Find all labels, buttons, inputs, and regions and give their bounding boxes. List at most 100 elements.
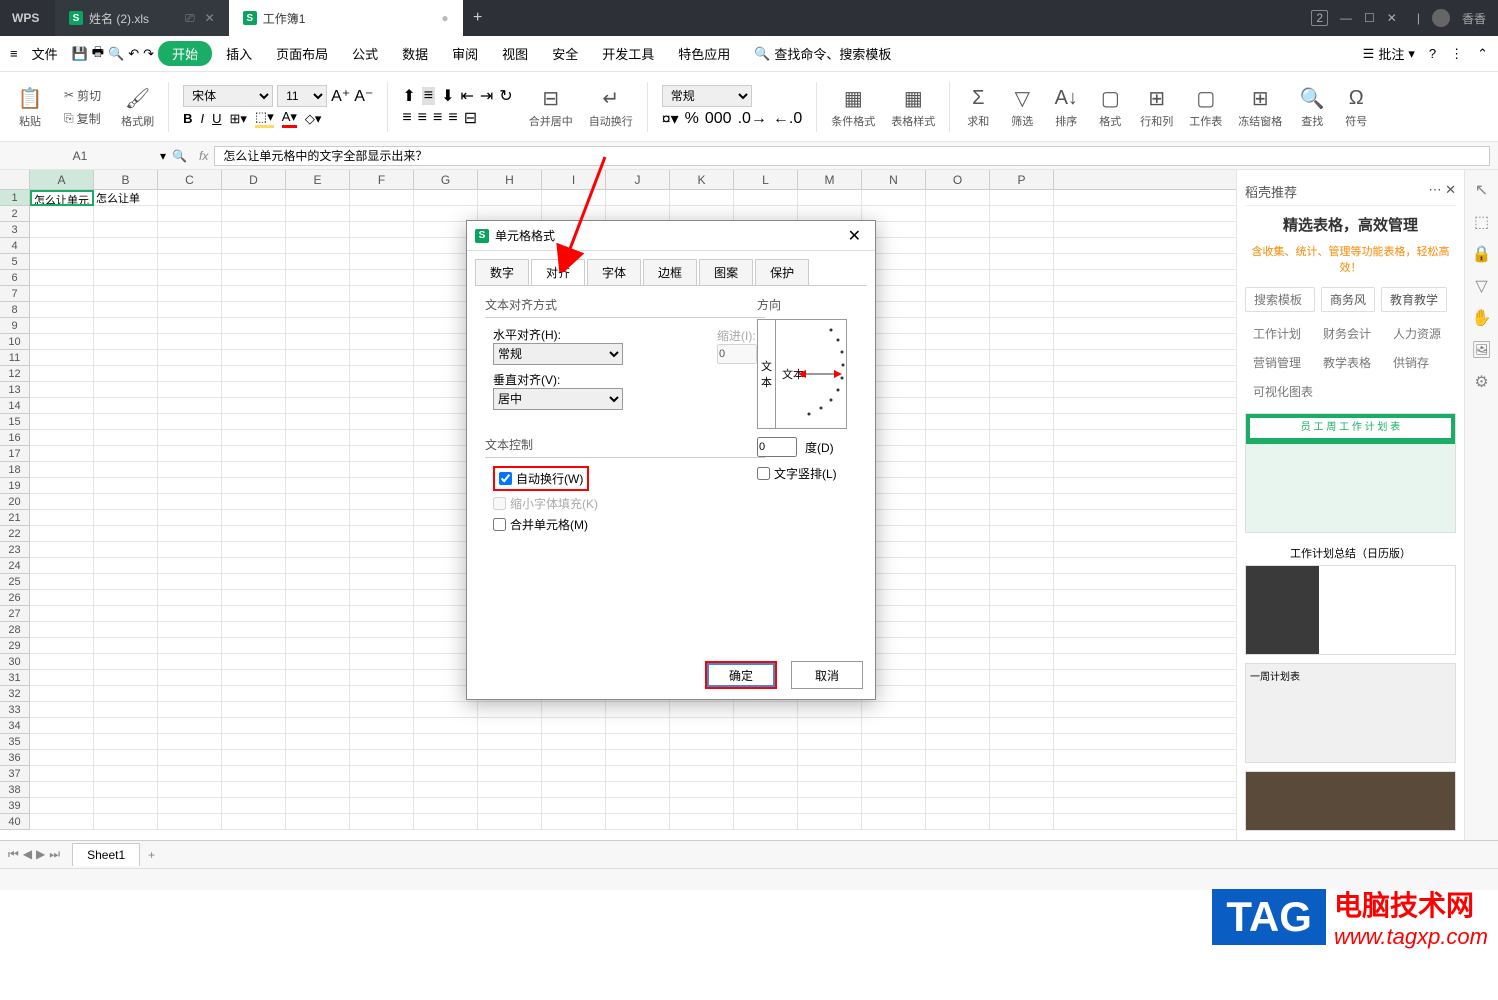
minimize-icon[interactable]: — bbox=[1340, 11, 1352, 25]
menu-special[interactable]: 特色应用 bbox=[668, 40, 740, 67]
fill-color-button[interactable]: ⬚▾ bbox=[255, 109, 274, 128]
tag[interactable]: 人力资源 bbox=[1385, 322, 1449, 345]
row-header[interactable]: 5 bbox=[0, 254, 29, 270]
row-header[interactable]: 24 bbox=[0, 558, 29, 574]
col-header[interactable]: F bbox=[350, 170, 414, 189]
indent-inc-icon[interactable]: ⇥ bbox=[480, 86, 493, 106]
dlg-tab-border[interactable]: 边框 bbox=[643, 259, 697, 285]
tag[interactable]: 教学表格 bbox=[1315, 351, 1379, 374]
col-header[interactable]: D bbox=[222, 170, 286, 189]
dlg-tab-pattern[interactable]: 图案 bbox=[699, 259, 753, 285]
row-header[interactable]: 14 bbox=[0, 398, 29, 414]
align-middle-icon[interactable]: ≡ bbox=[422, 87, 435, 105]
row-header[interactable]: 12 bbox=[0, 366, 29, 382]
border-button[interactable]: ⊞▾ bbox=[229, 111, 246, 127]
row-header[interactable]: 9 bbox=[0, 318, 29, 334]
find-button[interactable]: 🔍查找 bbox=[1292, 85, 1332, 129]
row-header[interactable]: 23 bbox=[0, 542, 29, 558]
indent-spinner[interactable] bbox=[717, 344, 757, 364]
dialog-close-button[interactable]: ✕ bbox=[842, 226, 867, 246]
col-header[interactable]: A bbox=[30, 170, 94, 189]
row-header[interactable]: 39 bbox=[0, 798, 29, 814]
menu-layout[interactable]: 页面布局 bbox=[266, 40, 338, 67]
redo-icon[interactable]: ↷ bbox=[143, 46, 154, 62]
doc-tab-2[interactable]: S 工作簿1 ● bbox=[229, 0, 463, 36]
tag[interactable]: 工作计划 bbox=[1245, 322, 1309, 345]
row-header[interactable]: 13 bbox=[0, 382, 29, 398]
col-header[interactable]: E bbox=[286, 170, 350, 189]
tag[interactable]: 供销存 bbox=[1385, 351, 1437, 374]
copy-button[interactable]: ⎘复制 bbox=[60, 108, 105, 129]
hand-icon[interactable]: ✋ bbox=[1472, 308, 1492, 328]
row-header[interactable]: 38 bbox=[0, 782, 29, 798]
undo-icon[interactable]: ↶ bbox=[128, 46, 139, 62]
menu-safety[interactable]: 安全 bbox=[542, 40, 588, 67]
image-icon[interactable]: 🖼 bbox=[1472, 340, 1492, 360]
row-header[interactable]: 4 bbox=[0, 238, 29, 254]
cursor-icon[interactable]: ↖ bbox=[1472, 180, 1492, 200]
row-header[interactable]: 36 bbox=[0, 750, 29, 766]
row-header[interactable]: 34 bbox=[0, 718, 29, 734]
row-header[interactable]: 37 bbox=[0, 766, 29, 782]
close-icon[interactable]: ✕ bbox=[1387, 11, 1397, 25]
dec-inc-icon[interactable]: .0→ bbox=[738, 110, 767, 128]
row-header[interactable]: 8 bbox=[0, 302, 29, 318]
col-header[interactable]: M bbox=[798, 170, 862, 189]
cancel-button[interactable]: 取消 bbox=[791, 661, 863, 689]
row-header[interactable]: 7 bbox=[0, 286, 29, 302]
row-header[interactable]: 27 bbox=[0, 606, 29, 622]
menu-dev[interactable]: 开发工具 bbox=[592, 40, 664, 67]
indent-dec-icon[interactable]: ⇤ bbox=[460, 86, 473, 106]
prev-sheet-icon[interactable]: ◀ bbox=[23, 847, 32, 862]
row-header[interactable]: 32 bbox=[0, 686, 29, 702]
comma-icon[interactable]: 000 bbox=[705, 110, 732, 128]
preview-icon[interactable]: 🔍 bbox=[166, 149, 193, 163]
tag[interactable]: 营销管理 bbox=[1245, 351, 1309, 374]
font-color-button[interactable]: A▾ bbox=[282, 109, 297, 128]
col-header[interactable]: P bbox=[990, 170, 1054, 189]
format-button[interactable]: ▢格式 bbox=[1090, 85, 1130, 129]
menu-review[interactable]: 审阅 bbox=[442, 40, 488, 67]
settings-icon[interactable]: ⚙ bbox=[1472, 372, 1492, 392]
preview-icon[interactable]: 🔍 bbox=[108, 46, 124, 62]
col-header[interactable]: B bbox=[94, 170, 158, 189]
table-style-button[interactable]: ▦表格样式 bbox=[885, 85, 941, 129]
align-bottom-icon[interactable]: ⬇ bbox=[441, 86, 454, 106]
cond-format-button[interactable]: ▦条件格式 bbox=[825, 85, 881, 129]
lock-icon[interactable]: 🔒 bbox=[1472, 244, 1492, 264]
dlg-tab-number[interactable]: 数字 bbox=[475, 259, 529, 285]
underline-button[interactable]: U bbox=[212, 111, 221, 126]
menu-annot[interactable]: ☰批注▾ bbox=[1363, 44, 1415, 63]
row-header[interactable]: 1 bbox=[0, 190, 29, 206]
tag[interactable]: 财务会计 bbox=[1315, 322, 1379, 345]
tag[interactable]: 可视化图表 bbox=[1245, 380, 1321, 403]
percent-icon[interactable]: % bbox=[685, 110, 699, 128]
template-thumb-1[interactable]: 员 工 周 工 作 计 划 表 bbox=[1245, 413, 1456, 533]
sheet-tab[interactable]: Sheet1 bbox=[72, 843, 140, 866]
select-icon[interactable]: ⬚ bbox=[1472, 212, 1492, 232]
decrease-font-icon[interactable]: A⁻ bbox=[354, 86, 373, 106]
align-center-icon[interactable]: ≡ bbox=[418, 109, 427, 127]
avatar-icon[interactable] bbox=[1432, 9, 1450, 27]
add-sheet-button[interactable]: + bbox=[148, 848, 155, 862]
col-header[interactable]: L bbox=[734, 170, 798, 189]
select-all-corner[interactable] bbox=[0, 170, 30, 189]
cut-button[interactable]: ✂剪切 bbox=[60, 85, 105, 106]
row-header[interactable]: 16 bbox=[0, 430, 29, 446]
valign-select[interactable]: 居中 bbox=[493, 388, 623, 410]
col-header[interactable]: G bbox=[414, 170, 478, 189]
halign-select[interactable]: 常规 bbox=[493, 343, 623, 365]
menu-formula[interactable]: 公式 bbox=[342, 40, 388, 67]
dlg-tab-protect[interactable]: 保护 bbox=[755, 259, 809, 285]
row-header[interactable]: 33 bbox=[0, 702, 29, 718]
align-left-icon[interactable]: ≡ bbox=[402, 109, 411, 127]
panel-menu-icon[interactable]: ⋯ ✕ bbox=[1428, 182, 1456, 201]
row-header[interactable]: 35 bbox=[0, 734, 29, 750]
distribute-icon[interactable]: ⊟ bbox=[464, 108, 477, 128]
template-search-input[interactable] bbox=[1245, 287, 1315, 312]
template-thumb-3[interactable]: 一周计划表 bbox=[1245, 663, 1456, 763]
cell-reference[interactable]: A1 bbox=[0, 149, 160, 163]
row-header[interactable]: 6 bbox=[0, 270, 29, 286]
row-header[interactable]: 2 bbox=[0, 206, 29, 222]
row-header[interactable]: 17 bbox=[0, 446, 29, 462]
